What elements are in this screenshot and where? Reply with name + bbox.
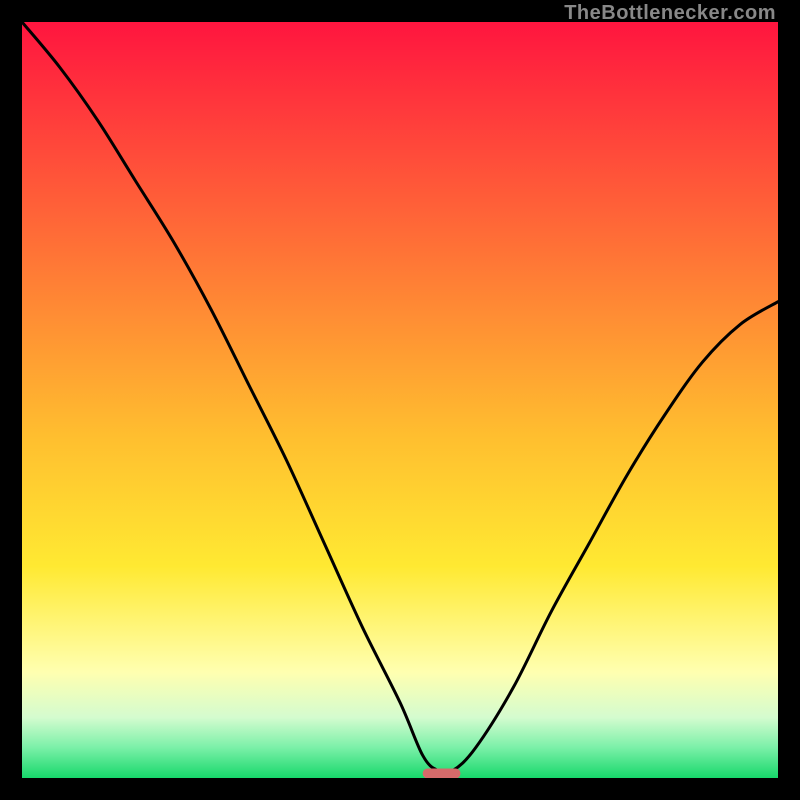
chart-container: TheBottlenecker.com: [0, 0, 800, 800]
plot-area: [22, 22, 778, 778]
optimum-marker: [423, 768, 461, 778]
gradient-background: [22, 22, 778, 778]
bottleneck-chart: [22, 22, 778, 778]
